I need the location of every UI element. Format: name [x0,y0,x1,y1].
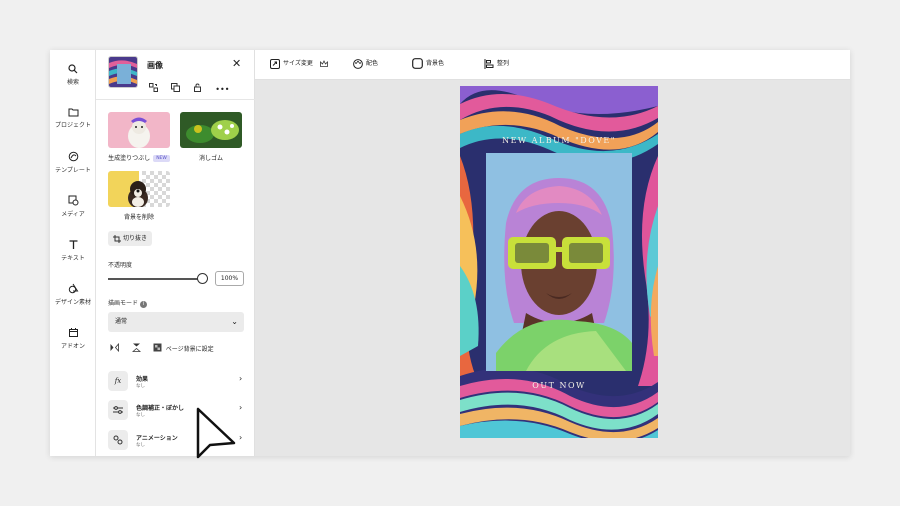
crop-icon [113,234,121,243]
remove-background-card[interactable]: 背景を削除 [108,171,170,221]
panel-tools: ••• [149,77,232,97]
fx-icon: fx [108,371,128,391]
animation-sub: なし [136,443,145,448]
chevron-down-icon: ⌄ [231,317,238,326]
rail-label: メディア [61,211,85,218]
more-icon[interactable]: ••• [215,86,229,97]
new-badge: NEW [153,155,170,162]
panel-title: 画像 [147,61,163,70]
animation-icon [108,430,128,450]
close-icon[interactable]: ✕ [232,57,241,70]
blend-mode-select[interactable]: 通常 ⌄ [108,312,244,332]
card-label: 消しゴム [198,155,223,162]
canvas-area: NEW ALBUM "DOVE" OUT NOW [255,80,850,456]
background-color-label: 背景色 [426,60,445,67]
rail-item-search[interactable]: 検索 [50,64,96,86]
chevron-right-icon: › [239,374,243,383]
palette-label: 配色 [366,60,379,67]
resize-label: サイズ変更 [283,60,313,67]
background-color-button[interactable]: 背景色 [412,58,444,69]
generative-fill-card[interactable]: 生成塗りつぶし NEW [108,112,170,162]
page-background-label[interactable]: ページ背景に設定 [166,344,214,353]
rail-label: テキスト [61,255,85,262]
top-toolbar: サイズ変更 配色 背景色 整列 [255,50,850,80]
card-label: 生成塗りつぶし [108,155,151,162]
rail-label: テンプレート [55,167,91,174]
image-properties-panel: 画像 ✕ ••• 生成塗りつぶし NEW 消しゴム 背景を削除 切り抜き 不透明… [96,50,255,456]
left-rail: 検索 プロジェクト テンプレート メディア テキスト デザイン素材 アドオン [50,50,96,456]
mouse-cursor-icon [196,407,236,459]
rail-item-text[interactable]: テキスト [50,239,96,262]
chevron-right-icon: › [239,403,243,412]
background-color-icon [412,58,423,69]
palette-button[interactable]: 配色 [353,58,378,69]
remove-background-image [108,171,170,207]
rail-item-media[interactable]: メディア [50,195,96,218]
duplicate-icon[interactable] [171,77,181,92]
portrait-photo[interactable] [486,153,632,371]
rail-label: アドオン [60,343,85,350]
design-assets-icon [68,283,78,294]
opacity-slider-track[interactable] [108,278,204,280]
image-actions-row: ページ背景に設定 [110,342,214,354]
adjust-icon [108,400,128,420]
adjustments-title: 色調補正・ぼかし [136,405,185,412]
lock-icon[interactable] [193,77,203,92]
flip-vertical-icon[interactable] [131,343,142,354]
replace-icon[interactable] [149,77,159,92]
align-icon [484,58,494,69]
page-background-icon[interactable] [153,343,162,354]
align-label: 整列 [497,60,510,67]
folder-icon [68,108,78,117]
animation-title: アニメーション [136,435,178,442]
rail-item-projects[interactable]: プロジェクト [50,107,96,129]
eraser-image [180,112,242,148]
blend-mode-value: 通常 [115,318,128,325]
artboard[interactable]: NEW ALBUM "DOVE" OUT NOW [460,86,658,438]
rail-label: プロジェクト [54,122,91,129]
text-icon [69,240,77,249]
adjustments-sub: なし [136,413,145,418]
album-headline[interactable]: NEW ALBUM "DOVE" [460,136,658,145]
app-window: 検索 プロジェクト テンプレート メディア テキスト デザイン素材 アドオン 画… [50,50,850,456]
info-icon[interactable]: i [139,301,147,308]
rail-label: 検索 [66,79,79,86]
blend-mode-label: 描画モード i [108,298,147,308]
media-icon [68,195,78,206]
resize-icon [270,58,280,69]
image-thumbnail [108,56,138,88]
chevron-right-icon: › [239,433,243,442]
align-button[interactable]: 整列 [484,58,509,69]
rail-item-design-assets[interactable]: デザイン素材 [50,283,96,306]
eraser-card[interactable]: 消しゴム [180,112,242,162]
effects-title: 効果 [136,376,149,383]
template-icon [68,151,78,162]
rail-label: デザイン素材 [54,299,91,306]
search-icon [68,64,78,74]
resize-button[interactable]: サイズ変更 [270,58,331,69]
panel-header: 画像 ✕ ••• [96,50,255,100]
crop-button[interactable]: 切り抜き [108,231,153,246]
blend-mode-text: 描画モード [108,300,139,307]
crown-icon [319,60,328,67]
palette-icon [353,58,363,69]
opacity-slider-knob[interactable] [197,273,208,284]
rail-item-templates[interactable]: テンプレート [50,151,96,174]
opacity-label: 不透明度 [108,262,133,269]
effects-sub: なし [136,384,145,389]
effects-row[interactable]: fx 効果 なし › [108,371,248,393]
flip-horizontal-icon[interactable] [110,342,119,354]
generative-fill-image [108,112,170,148]
crop-label: 切り抜き [123,235,148,242]
addon-icon [68,328,78,337]
opacity-input[interactable]: 100% [215,271,244,286]
rail-item-addons[interactable]: アドオン [50,327,96,350]
card-label: 背景を削除 [123,214,154,221]
album-footer[interactable]: OUT NOW [460,381,658,390]
